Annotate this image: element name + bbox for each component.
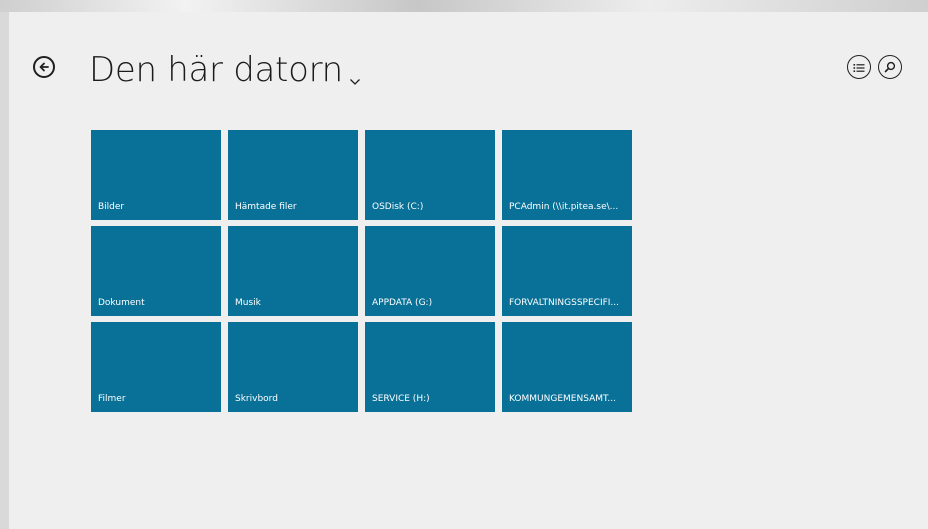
tile-musik[interactable]: Musik [228, 226, 358, 316]
search-icon [884, 58, 896, 77]
this-pc-view: Den här datorn Bilder Hämtade filer OSDi… [9, 12, 928, 529]
tile-osdisk-c[interactable]: OSDisk (C:) [365, 130, 495, 220]
list-icon [853, 58, 865, 77]
tile-label: Skrivbord [235, 394, 278, 404]
drive-folder-grid: Bilder Hämtade filer OSDisk (C:) PCAdmin… [91, 130, 632, 412]
tile-service-h[interactable]: SERVICE (H:) [365, 322, 495, 412]
tile-label: Filmer [98, 394, 126, 404]
tile-skrivbord[interactable]: Skrivbord [228, 322, 358, 412]
tile-label: FÖRVALTNINGSSPECIFI... [509, 298, 620, 308]
search-button[interactable] [878, 55, 902, 79]
tile-bilder[interactable]: Bilder [91, 130, 221, 220]
screen: Den här datorn Bilder Hämtade filer OSDi… [0, 0, 928, 529]
tile-label: APPDATA (G:) [372, 298, 433, 308]
window-top-band [0, 0, 928, 12]
tile-label: SERVICE (H:) [372, 394, 430, 404]
page-title: Den här datorn [89, 50, 343, 90]
tile-forvaltningsspecifikt[interactable]: FÖRVALTNINGSSPECIFI... [502, 226, 632, 316]
tile-appdata-g[interactable]: APPDATA (G:) [365, 226, 495, 316]
chevron-down-icon [349, 55, 361, 95]
tile-label: Musik [235, 298, 261, 308]
tile-label: OSDisk (C:) [372, 202, 424, 212]
tile-hamtade-filer[interactable]: Hämtade filer [228, 130, 358, 220]
location-dropdown[interactable]: Den här datorn [89, 45, 361, 95]
tile-label: Bilder [98, 202, 125, 212]
back-button[interactable] [33, 56, 55, 78]
tile-label: Hämtade filer [235, 202, 297, 212]
tile-label: Dokument [98, 298, 145, 308]
tile-label: KOMMUNGEMENSAMT... [509, 394, 617, 404]
tile-filmer[interactable]: Filmer [91, 322, 221, 412]
tile-label: PCAdmin (\\it.pitea.se\... [509, 202, 619, 212]
view-options-button[interactable] [847, 55, 871, 79]
back-arrow-icon [38, 58, 50, 77]
tile-kommungemensamt[interactable]: KOMMUNGEMENSAMT... [502, 322, 632, 412]
tile-pcadmin[interactable]: PCAdmin (\\it.pitea.se\... [502, 130, 632, 220]
tile-dokument[interactable]: Dokument [91, 226, 221, 316]
